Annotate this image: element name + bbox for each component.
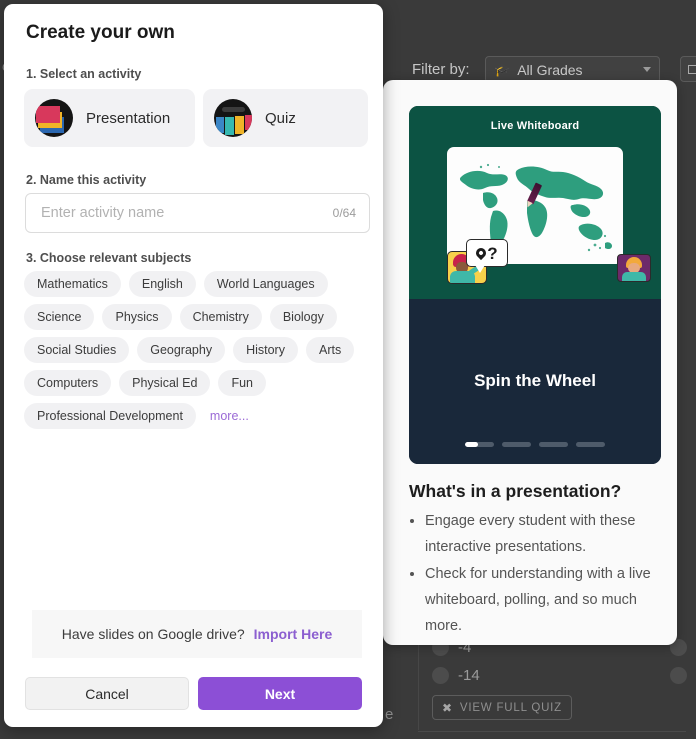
location-question-bubble: ? — [466, 239, 508, 273]
subject-tag-group: Mathematics English World Languages Scie… — [24, 271, 372, 429]
cancel-button[interactable]: Cancel — [25, 677, 189, 710]
shuffle-icon: ✖ — [442, 700, 453, 715]
grid-view-icon — [687, 64, 696, 74]
question-mark-glyph: ? — [487, 243, 498, 263]
subject-tag-professional-development[interactable]: Professional Development — [24, 403, 196, 429]
answer-value: -14 — [458, 667, 480, 684]
subject-tag-world-languages[interactable]: World Languages — [203, 271, 328, 297]
subject-tag-geography[interactable]: Geography — [137, 337, 226, 363]
info-panel-heading: What's in a presentation? — [409, 481, 622, 501]
pagination-dash-2[interactable] — [502, 442, 531, 447]
preview-slide-spin-wheel: Spin the Wheel — [409, 299, 661, 464]
google-drive-import-bar: Have slides on Google drive? Import Here — [32, 610, 362, 658]
view-full-quiz-button[interactable]: ✖ VIEW FULL QUIZ — [432, 695, 573, 720]
graduation-cap-icon: 🎓 — [494, 61, 511, 77]
chevron-down-icon — [643, 67, 651, 72]
activity-option-label: Presentation — [86, 109, 171, 127]
quiz-bars-icon — [214, 99, 252, 137]
subject-tag-science[interactable]: Science — [24, 304, 95, 330]
grade-filter-value: All Grades — [517, 61, 583, 78]
activity-info-panel: Live Whiteboard ? Spin the Wheel What's … — [383, 80, 677, 645]
import-question-label: Have slides on Google drive? — [61, 626, 245, 642]
avatar-body — [622, 272, 646, 281]
list-item: Engage every student with these interact… — [425, 508, 659, 560]
background-column-divider — [418, 630, 419, 730]
subject-tag-computers[interactable]: Computers — [24, 370, 112, 396]
subject-tag-fun[interactable]: Fun — [218, 370, 266, 396]
activity-name-field-wrapper[interactable]: 0/64 — [25, 193, 370, 233]
student-avatar-right — [617, 254, 651, 282]
preview-slide-whiteboard: Live Whiteboard ? — [409, 106, 661, 299]
presentation-stack-icon — [35, 99, 73, 137]
grid-view-button[interactable] — [680, 56, 696, 82]
info-panel-bullet-list: Engage every student with these interact… — [405, 508, 659, 640]
activity-option-label: Quiz — [265, 109, 296, 127]
page-title: Create your own — [26, 22, 175, 43]
activity-option-quiz[interactable]: Quiz — [203, 89, 368, 147]
avatar-body — [450, 271, 475, 283]
pagination-dash-4[interactable] — [576, 442, 605, 447]
preview-slide-title: Live Whiteboard — [490, 120, 580, 132]
modal-footer-buttons: Cancel Next — [25, 677, 362, 710]
step-3-label: 3. Choose relevant subjects — [26, 251, 192, 265]
answer-bullet-icon — [432, 667, 449, 684]
subject-tag-biology[interactable]: Biology — [269, 304, 337, 330]
activity-name-input[interactable] — [39, 204, 333, 222]
carousel-pagination[interactable] — [409, 442, 661, 447]
pagination-dash-1[interactable] — [465, 442, 494, 447]
subject-tag-history[interactable]: History — [233, 337, 298, 363]
step-2-label: 2. Name this activity — [26, 173, 147, 187]
filter-by-label: Filter by: — [412, 61, 470, 78]
background-card-edge-text: e — [385, 706, 394, 723]
activity-type-group: Presentation Quiz — [24, 89, 368, 147]
activity-preview-card[interactable]: Live Whiteboard ? Spin the Wheel — [409, 106, 661, 464]
create-your-own-modal: Create your own 1. Select an activity Pr… — [4, 4, 383, 727]
answer-right-dot-icon — [670, 667, 687, 684]
subject-tag-mathematics[interactable]: Mathematics — [24, 271, 121, 297]
next-button[interactable]: Next — [198, 677, 362, 710]
view-full-quiz-label: VIEW FULL QUIZ — [459, 701, 563, 714]
more-subjects-link[interactable]: more... — [210, 409, 249, 423]
background-divider — [418, 731, 686, 732]
list-item: Check for understanding with a live whit… — [425, 561, 659, 639]
preview-slide-title: Spin the Wheel — [474, 371, 596, 390]
import-here-link[interactable]: Import Here — [254, 626, 333, 642]
subject-tag-social-studies[interactable]: Social Studies — [24, 337, 130, 363]
subject-tag-english[interactable]: English — [128, 271, 196, 297]
map-pin-icon — [474, 245, 489, 261]
character-counter: 0/64 — [332, 206, 356, 220]
subject-tag-physical-ed[interactable]: Physical Ed — [119, 370, 211, 396]
pagination-dash-3[interactable] — [539, 442, 568, 447]
subject-tag-physics[interactable]: Physics — [102, 304, 172, 330]
activity-option-presentation[interactable]: Presentation — [24, 89, 195, 147]
subject-tag-chemistry[interactable]: Chemistry — [179, 304, 262, 330]
subject-tag-arts[interactable]: Arts — [305, 337, 355, 363]
step-1-label: 1. Select an activity — [26, 67, 142, 81]
quiz-answer-row: -14 — [432, 667, 687, 684]
grade-filter-select[interactable]: 🎓 All Grades — [485, 56, 660, 83]
